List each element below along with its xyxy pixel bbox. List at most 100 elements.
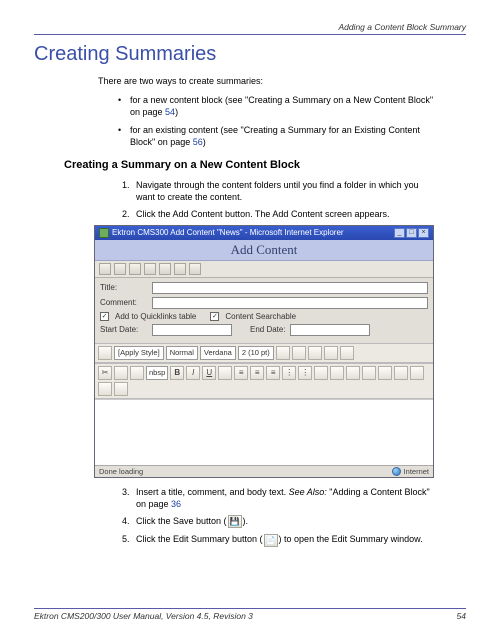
tool-btn[interactable] [394, 366, 408, 380]
step-text: ). [243, 516, 249, 526]
zone-text: Internet [404, 467, 429, 476]
screenshot-figure: Ektron CMS300 Add Content "News" - Micro… [94, 225, 466, 478]
step-item: Click the Edit Summary button (📄) to ope… [132, 533, 436, 546]
close-button[interactable]: × [418, 228, 429, 238]
underline-icon[interactable]: U [202, 366, 216, 380]
see-also: See Also: [289, 487, 327, 497]
italic-icon[interactable]: I [186, 366, 200, 380]
step-item: Click the Save button (💾). [132, 515, 436, 528]
step-item: Click the Add Content button. The Add Co… [132, 208, 436, 220]
page-footer: Ektron CMS200/300 User Manual, Version 4… [34, 608, 466, 621]
minimize-button[interactable]: _ [394, 228, 405, 238]
page-number: 54 [457, 611, 466, 621]
tool-btn[interactable] [308, 346, 322, 360]
tool-btn[interactable] [98, 382, 112, 396]
toolbar-icon[interactable] [189, 263, 201, 275]
comment-label: Comment: [100, 298, 148, 307]
comment-input[interactable] [152, 297, 428, 309]
toolbar-icon[interactable] [144, 263, 156, 275]
header-rule [34, 34, 466, 35]
maximize-button[interactable]: □ [406, 228, 417, 238]
add-content-banner: Add Content [95, 240, 433, 261]
edit-summary-icon: 📄 [264, 534, 278, 547]
nbsp-button[interactable]: nbsp [146, 366, 168, 380]
step-text: ) to open the Edit Summary window. [279, 534, 423, 544]
quicklinks-checkbox[interactable]: ✓ [100, 312, 109, 321]
start-date-input[interactable] [152, 324, 232, 336]
page-ref: 36 [171, 499, 181, 509]
section-heading: Creating a Summary on a New Content Bloc… [64, 159, 466, 171]
tool-btn[interactable] [362, 366, 376, 380]
page-ref: 56 [193, 137, 203, 147]
action-toolbar [95, 261, 433, 278]
toolbar-icon[interactable] [159, 263, 171, 275]
step-text: Click the Edit Summary button ( [136, 534, 263, 544]
start-date-label: Start Date: [100, 325, 148, 334]
toolbar-icon[interactable] [129, 263, 141, 275]
bullet-text: for an existing content (see "Creating a… [130, 125, 420, 147]
footer-text: Ektron CMS200/300 User Manual, Version 4… [34, 611, 253, 621]
align-right-icon[interactable]: ≡ [266, 366, 280, 380]
tool-btn[interactable] [346, 366, 360, 380]
outdent-icon[interactable] [314, 366, 328, 380]
editor-format-toolbar: [Apply Style] Normal Verdana 2 (10 pt) [95, 343, 433, 363]
paragraph-format-select[interactable]: Normal [166, 346, 198, 360]
tool-btn[interactable] [378, 366, 392, 380]
cut-icon[interactable]: ✂ [98, 366, 112, 380]
tool-btn[interactable] [218, 366, 232, 380]
tool-btn[interactable] [114, 382, 128, 396]
end-date-label: End Date: [250, 325, 286, 334]
list-icon[interactable]: ⋮ [282, 366, 296, 380]
window-title: Ektron CMS300 Add Content "News" - Micro… [112, 228, 344, 237]
indent-icon[interactable] [330, 366, 344, 380]
title-input[interactable] [152, 282, 428, 294]
tool-btn[interactable] [324, 346, 338, 360]
list-icon[interactable]: ⋮ [298, 366, 312, 380]
bullet-tail: ) [203, 137, 206, 147]
toolbar-icon[interactable] [174, 263, 186, 275]
content-form: Title: Comment: ✓ Add to Quicklinks tabl… [95, 278, 433, 343]
bullet-tail: ) [175, 107, 178, 117]
font-size-select[interactable]: 2 (10 pt) [238, 346, 274, 360]
save-icon: 💾 [228, 515, 242, 528]
steps-list: Navigate through the content folders unt… [132, 179, 436, 220]
quicklinks-label: Add to Quicklinks table [115, 312, 196, 321]
tool-btn[interactable] [410, 366, 424, 380]
font-select[interactable]: Verdana [200, 346, 236, 360]
page-ref: 54 [165, 107, 175, 117]
toolbar-icon[interactable] [114, 263, 126, 275]
editor-action-toolbar: ✂ nbsp B I U ≡ ≡ ≡ ⋮ ⋮ [95, 363, 433, 399]
status-text: Done loading [99, 467, 143, 476]
list-item: for an existing content (see "Creating a… [118, 124, 436, 148]
tool-btn[interactable] [292, 346, 306, 360]
editor-content-area[interactable] [95, 399, 433, 465]
title-label: Title: [100, 283, 148, 292]
apply-style-select[interactable]: [Apply Style] [114, 346, 164, 360]
step-text: Click the Save button ( [136, 516, 227, 526]
tool-btn[interactable] [98, 346, 112, 360]
step-item: Navigate through the content folders unt… [132, 179, 436, 203]
footer-rule [34, 608, 466, 609]
intro-text: There are two ways to create summaries: [98, 76, 466, 86]
searchable-label: Content Searchable [225, 312, 296, 321]
copy-icon[interactable] [114, 366, 128, 380]
align-center-icon[interactable]: ≡ [250, 366, 264, 380]
step-text: Insert a title, comment, and body text. [136, 487, 289, 497]
internet-zone-icon [392, 467, 401, 476]
end-date-input[interactable] [290, 324, 370, 336]
paste-icon[interactable] [130, 366, 144, 380]
header-breadcrumb: Adding a Content Block Summary [34, 22, 466, 32]
list-item: for a new content block (see "Creating a… [118, 94, 436, 118]
bold-icon[interactable]: B [170, 366, 184, 380]
searchable-checkbox[interactable]: ✓ [210, 312, 219, 321]
tool-btn[interactable] [276, 346, 290, 360]
steps-list-continued: Insert a title, comment, and body text. … [132, 486, 436, 547]
app-icon [99, 228, 109, 238]
summary-options-list: for a new content block (see "Creating a… [118, 94, 436, 149]
tool-btn[interactable] [340, 346, 354, 360]
window-titlebar: Ektron CMS300 Add Content "News" - Micro… [95, 226, 433, 240]
align-left-icon[interactable]: ≡ [234, 366, 248, 380]
page-title: Creating Summaries [34, 43, 466, 66]
toolbar-icon[interactable] [99, 263, 111, 275]
add-content-window: Ektron CMS300 Add Content "News" - Micro… [94, 225, 434, 478]
